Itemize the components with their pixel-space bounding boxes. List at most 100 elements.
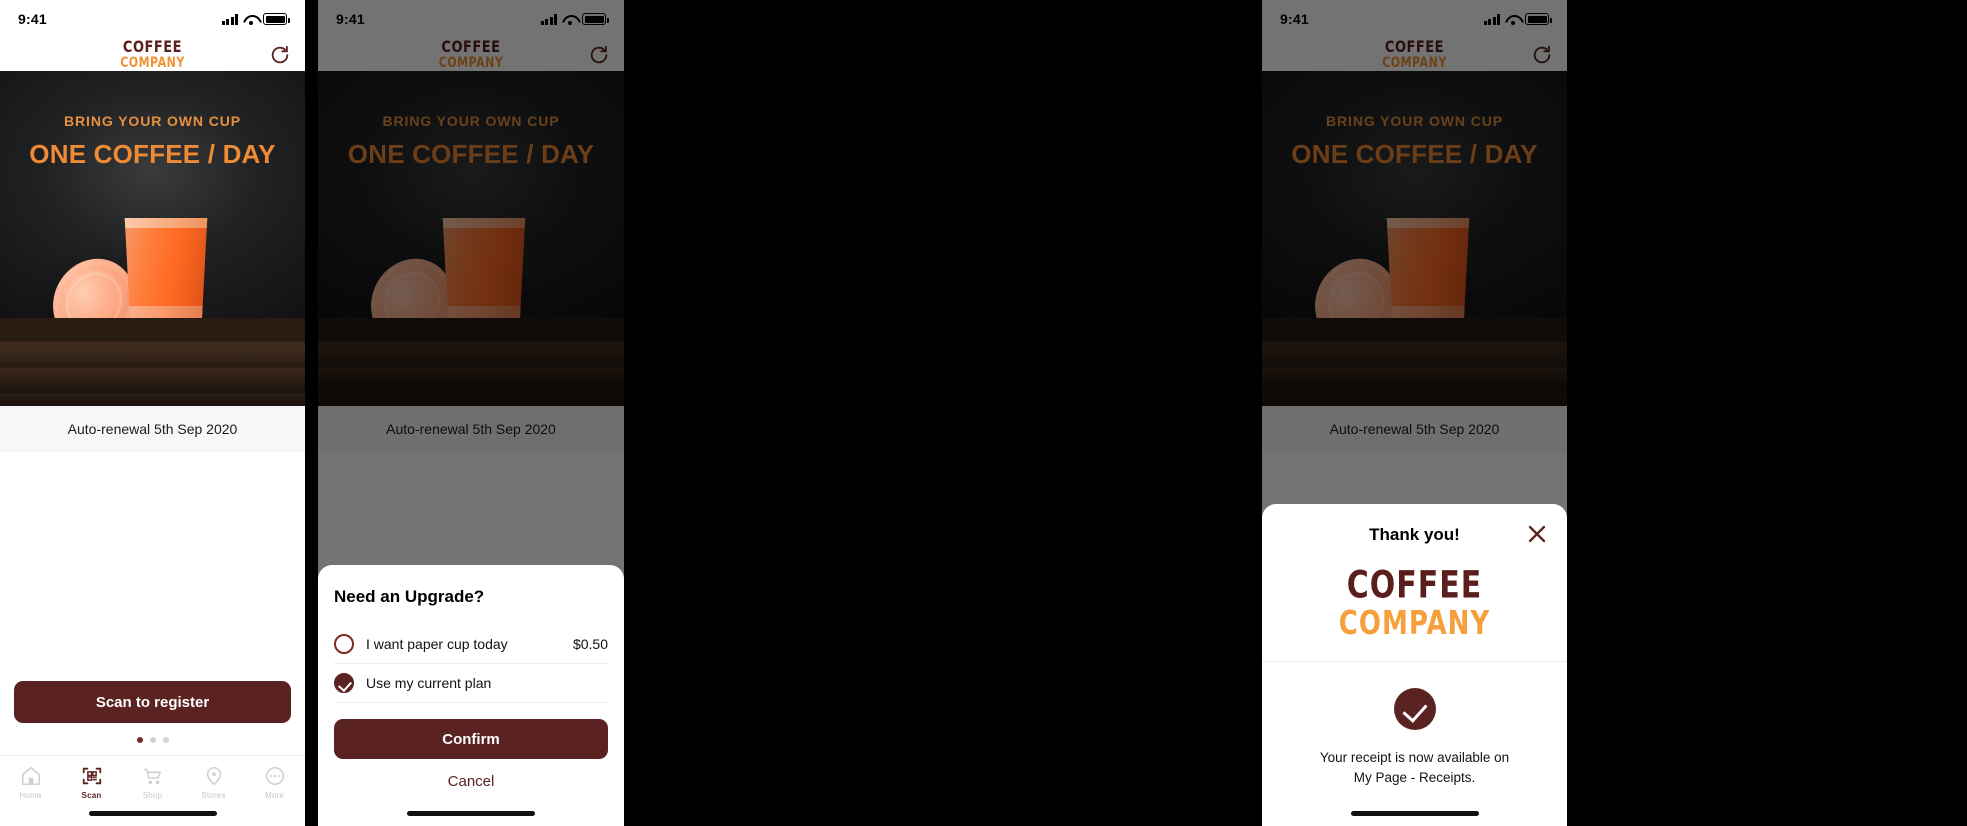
phone-panel-home: 9:41 COFFEE COMPANY BRING YOUR OWN CUP O… <box>0 0 305 826</box>
status-bar: 9:41 <box>318 0 624 38</box>
pin-icon <box>206 766 221 786</box>
cart-icon <box>143 768 161 785</box>
carousel-dots[interactable] <box>0 723 305 755</box>
brand-logo-line2: COMPANY <box>120 54 185 71</box>
check-circle-icon <box>1393 687 1436 730</box>
brand-logo: COFFEE COMPANY <box>438 38 504 71</box>
ellipsis-icon <box>265 766 284 786</box>
tab-home-label: Home <box>19 791 42 800</box>
brand-logo: COFFEE COMPANY <box>120 39 185 71</box>
hero-banner: BRING YOUR OWN CUP ONE COFFEE / DAY <box>1262 71 1567 406</box>
hero-kicker: BRING YOUR OWN CUP <box>382 113 560 129</box>
phone-panel-upgrade: 9:41 COFFEE COMPANY BRING YOUR OWN CUP O… <box>318 0 624 826</box>
divider <box>1262 660 1567 662</box>
radio-selected-icon[interactable] <box>334 673 354 693</box>
upgrade-bottom-sheet: Need an Upgrade? I want paper cup today … <box>318 565 624 826</box>
panel1-body: BRING YOUR OWN CUP ONE COFFEE / DAY Auto… <box>0 71 305 826</box>
thankyou-title: Thank you! <box>1369 524 1460 544</box>
status-bar-clock: 9:41 <box>1280 11 1309 27</box>
wooden-table <box>318 318 624 406</box>
carousel-dot-1[interactable] <box>136 737 143 743</box>
content-spacer <box>0 452 305 681</box>
hero-text: BRING YOUR OWN CUP ONE COFFEE / DAY <box>0 113 305 170</box>
battery-icon <box>263 13 290 25</box>
option-paper-cup-price: $0.50 <box>572 636 608 652</box>
hero-headline: ONE COFFEE / DAY <box>347 139 595 169</box>
option-current-plan[interactable]: Use my current plan <box>334 664 608 703</box>
phone-panel-thankyou: 9:41 COFFEE COMPANY BRING YOUR OWN CUP O… <box>1262 0 1567 826</box>
scan-to-register-button[interactable]: Scan to register <box>14 681 291 723</box>
auto-renewal-strip: Auto-renewal 5th Sep 2020 <box>318 406 624 452</box>
hero-kicker: BRING YOUR OWN CUP <box>1326 113 1503 129</box>
brand-logo-large: COFFEE COMPANY <box>1280 550 1549 661</box>
hero-text: BRING YOUR OWN CUP ONE COFFEE / DAY <box>1262 113 1567 170</box>
brand-logo-line1: COFFEE <box>441 38 501 57</box>
panel4-body: BRING YOUR OWN CUP ONE COFFEE / DAY Auto… <box>1262 71 1567 452</box>
carousel-dot-2[interactable] <box>149 737 156 743</box>
status-bar: 9:41 <box>0 0 305 38</box>
status-bar: 9:41 <box>1262 0 1567 38</box>
screenshot-stage: 9:41 COFFEE COMPANY BRING YOUR OWN CUP O… <box>0 0 1967 826</box>
wifi-icon <box>243 14 258 25</box>
option-current-plan-label: Use my current plan <box>366 675 492 691</box>
tab-stores-label: Stores <box>201 791 226 800</box>
thankyou-message: Your receipt is now available on My Page… <box>1280 748 1549 801</box>
wifi-icon <box>1505 14 1520 25</box>
thankyou-message-line2: My Page - Receipts. <box>1353 769 1476 785</box>
hero-headline: ONE COFFEE / DAY <box>1291 139 1538 169</box>
home-icon <box>21 766 40 786</box>
cellular-signal-icon <box>540 13 557 25</box>
wooden-table <box>0 318 305 406</box>
battery-icon <box>1525 13 1552 25</box>
app-header: COFFEE COMPANY <box>1262 38 1567 71</box>
panel2-body: BRING YOUR OWN CUP ONE COFFEE / DAY Auto… <box>318 71 624 452</box>
radio-unselected-icon[interactable] <box>334 634 354 654</box>
tab-scan-label: Scan <box>81 791 102 800</box>
home-indicator <box>0 800 305 826</box>
battery-icon <box>582 13 609 25</box>
cellular-signal-icon <box>1483 13 1500 25</box>
cancel-button[interactable]: Cancel <box>334 759 608 800</box>
status-bar-clock: 9:41 <box>18 11 47 27</box>
cellular-signal-icon <box>221 13 238 25</box>
wooden-table <box>1262 318 1567 406</box>
thankyou-header: Thank you! <box>1280 520 1549 550</box>
refresh-icon[interactable] <box>1531 44 1553 66</box>
hero-banner: BRING YOUR OWN CUP ONE COFFEE / DAY <box>318 71 624 406</box>
brand-logo-line2: COMPANY <box>1382 54 1447 71</box>
auto-renewal-strip: Auto-renewal 5th Sep 2020 <box>0 406 305 452</box>
hero-headline: ONE COFFEE / DAY <box>29 139 276 169</box>
cta-container: Scan to register <box>0 681 305 723</box>
tab-shop[interactable]: Shop <box>122 765 183 800</box>
hero-banner: BRING YOUR OWN CUP ONE COFFEE / DAY <box>0 71 305 406</box>
hero-text: BRING YOUR OWN CUP ONE COFFEE / DAY <box>318 113 624 170</box>
sheet-title: Need an Upgrade? <box>334 587 485 606</box>
brand-logo-line2: COMPANY <box>438 54 504 71</box>
brand-logo: COFFEE COMPANY <box>1382 39 1447 71</box>
home-indicator <box>334 800 608 826</box>
tab-stores[interactable]: Stores <box>183 765 244 800</box>
refresh-icon[interactable] <box>269 44 291 66</box>
status-bar-icons <box>1483 13 1552 25</box>
refresh-icon[interactable] <box>588 44 610 66</box>
close-icon[interactable] <box>1525 522 1549 546</box>
option-paper-cup[interactable]: I want paper cup today $0.50 <box>334 625 608 664</box>
hero-kicker: BRING YOUR OWN CUP <box>64 113 241 129</box>
tab-scan[interactable]: Scan <box>61 765 122 800</box>
app-header: COFFEE COMPANY <box>0 38 305 71</box>
thankyou-bottom-sheet: Thank you! COFFEE COMPANY Your receipt i… <box>1262 503 1567 826</box>
tab-more-label: More <box>264 791 285 800</box>
auto-renewal-strip: Auto-renewal 5th Sep 2020 <box>1262 406 1567 452</box>
carousel-dot-3[interactable] <box>162 737 169 743</box>
brand-logo-line2: COMPANY <box>1338 604 1491 643</box>
wifi-icon <box>562 14 577 25</box>
app-header: COFFEE COMPANY <box>318 38 624 71</box>
option-paper-cup-label: I want paper cup today <box>366 636 508 652</box>
thankyou-message-line1: Your receipt is now available on <box>1319 749 1510 765</box>
qr-scan-icon <box>82 767 101 785</box>
confirm-button[interactable]: Confirm <box>334 719 608 759</box>
bottom-tab-bar: Home Scan Shop Stores More <box>0 755 305 800</box>
tab-more[interactable]: More <box>244 765 305 800</box>
status-bar-icons <box>540 13 609 25</box>
tab-home[interactable]: Home <box>0 765 61 800</box>
